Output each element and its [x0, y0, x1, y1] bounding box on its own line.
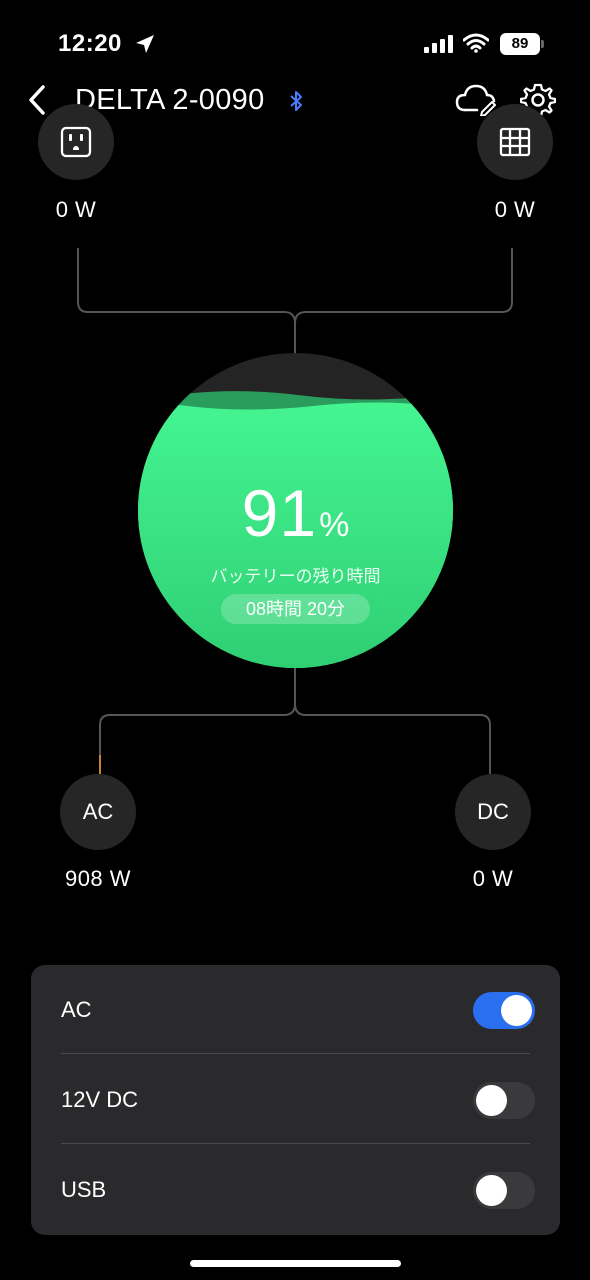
battery-percent: 91% [138, 475, 453, 551]
ac-output-node[interactable]: AC [60, 774, 136, 850]
control-label-usb: USB [61, 1177, 107, 1202]
solar-watts: 0 W [494, 197, 536, 222]
control-row-usb: USB [61, 1145, 535, 1235]
control-label-12v-dc: 12V DC [61, 1087, 139, 1112]
remaining-time-badge: 08時間 20分 [221, 594, 370, 624]
dc-watts: 0 W [472, 866, 514, 891]
solar-input-node[interactable] [477, 104, 553, 180]
12v-dc-output-toggle[interactable] [473, 1082, 535, 1119]
solar-panel-icon [499, 127, 531, 157]
battery-percent-value: 91 [241, 476, 318, 550]
ac-watts: 908 W [64, 866, 132, 891]
control-row-12v-dc: 12V DC [61, 1055, 535, 1145]
wall-outlet-icon [60, 126, 92, 158]
outlet-watts: 0 W [55, 197, 97, 222]
usb-output-toggle[interactable] [473, 1172, 535, 1209]
divider [61, 1053, 530, 1054]
control-label-ac: AC [61, 997, 92, 1022]
remaining-time-label: バッテリーの残り時間 [210, 567, 381, 586]
ac-output-toggle[interactable] [473, 992, 535, 1029]
control-row-ac: AC [61, 965, 535, 1055]
home-indicator[interactable] [190, 1260, 401, 1267]
output-controls-card: AC 12V DC USB [31, 965, 560, 1235]
outlet-input-node[interactable] [38, 104, 114, 180]
dc-node-label: DC [477, 799, 509, 824]
ac-node-label: AC [82, 799, 114, 824]
battery-percent-sign: % [319, 506, 350, 544]
divider [61, 1143, 530, 1144]
dc-output-node[interactable]: DC [455, 774, 531, 850]
